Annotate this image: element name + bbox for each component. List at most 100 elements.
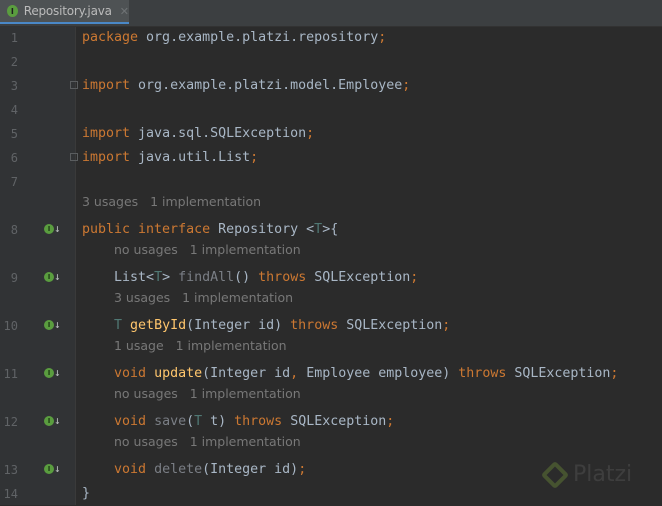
line-number: 2 — [10, 55, 18, 69]
code-token: ; — [378, 30, 387, 45]
code-token: findAll — [178, 270, 235, 285]
code-token: SQLException — [314, 270, 411, 285]
fold-icon[interactable] — [70, 81, 78, 89]
code-token: } — [82, 486, 91, 501]
tab-label: Repository.java — [23, 4, 112, 18]
code-token: update — [154, 366, 203, 381]
usages-hint[interactable]: no usages 1 implementation — [114, 242, 301, 257]
inlay-hint-row: 3 usages 1 implementation — [0, 194, 662, 218]
code-text: import java.util.List; — [82, 146, 258, 170]
interface-icon: I — [7, 5, 18, 17]
implemented-icon[interactable]: I ↓ — [44, 318, 62, 332]
code-text: package org.example.platzi.repository; — [82, 26, 386, 50]
line-number: 12 — [3, 415, 18, 429]
code-text: import org.example.platzi.model.Employee… — [82, 74, 410, 98]
close-icon[interactable]: ✕ — [120, 5, 129, 18]
usages-hint[interactable]: 3 usages 1 implementation — [82, 194, 261, 209]
tab-repository-java[interactable]: I Repository.java ✕ — [0, 0, 129, 24]
code-token: void — [114, 366, 155, 381]
code-token: import — [82, 150, 139, 165]
code-token: Repository < — [218, 222, 315, 237]
code-token: SQLException — [346, 318, 443, 333]
line-number: 3 — [10, 79, 18, 93]
implemented-icon[interactable]: I ↓ — [44, 270, 62, 284]
editor-tab-bar: I Repository.java ✕ — [0, 0, 662, 27]
line-number: 10 — [3, 319, 18, 333]
code-editor[interactable]: 1 package org.example.platzi.repository; 2… — [0, 26, 662, 506]
code-token: ; — [306, 126, 315, 141]
code-line: 7 — [0, 170, 662, 194]
code-token: > — [162, 270, 179, 285]
usages-hint[interactable]: 1 usage 1 implementation — [114, 338, 287, 353]
code-text: public interface Repository <T>{ — [82, 218, 338, 242]
inlay-hint-row: 3 usages 1 implementation — [0, 290, 662, 314]
code-token: org.example.platzi.repository — [146, 30, 379, 45]
usages-hint[interactable]: no usages 1 implementation — [114, 386, 301, 401]
code-token: ; — [402, 78, 411, 93]
code-line: 6 import java.util.List; — [0, 146, 662, 170]
code-line: 2 — [0, 50, 662, 74]
code-text: T getById(Integer id) throws SQLExceptio… — [82, 314, 450, 338]
implemented-icon[interactable]: I ↓ — [44, 462, 62, 476]
line-number: 11 — [3, 367, 18, 381]
code-token: T — [194, 414, 211, 429]
line-number: 7 — [10, 175, 18, 189]
code-token: ; — [410, 270, 419, 285]
line-number: 9 — [10, 271, 18, 285]
code-token: List< — [82, 270, 155, 285]
code-token: getById — [130, 318, 187, 333]
inlay-hint-row: 1 usage 1 implementation — [0, 338, 662, 362]
code-token: throws — [458, 366, 515, 381]
inlay-hint-row: no usages 1 implementation — [0, 386, 662, 410]
code-token: T — [314, 222, 323, 237]
code-line: 4 — [0, 98, 662, 122]
code-token: Employee employee) — [306, 366, 459, 381]
code-token: java.util.List — [138, 150, 251, 165]
code-token: SQLException — [290, 414, 387, 429]
code-token: ; — [442, 318, 451, 333]
code-text: import java.sql.SQLException; — [82, 122, 314, 146]
code-text: void delete(Integer id); — [82, 458, 306, 482]
implemented-icon[interactable]: I ↓ — [44, 366, 62, 380]
code-token: void — [114, 462, 155, 477]
platzi-watermark: Platzi — [540, 460, 632, 489]
code-token: ; — [386, 414, 395, 429]
implemented-icon[interactable]: I ↓ — [44, 222, 62, 236]
code-token: ; — [610, 366, 619, 381]
code-token: save — [154, 414, 187, 429]
code-line: 5 import java.sql.SQLException; — [0, 122, 662, 146]
inlay-hint-row: no usages 1 implementation — [0, 242, 662, 266]
code-token: throws — [258, 270, 315, 285]
code-token: T — [114, 318, 131, 333]
implemented-icon[interactable]: I ↓ — [44, 414, 62, 428]
line-number: 6 — [10, 151, 18, 165]
code-token: org.example.platzi.model.Employee — [138, 78, 403, 93]
code-token: void — [114, 414, 155, 429]
code-text: } — [82, 482, 90, 506]
line-number: 14 — [3, 487, 18, 501]
code-token: >{ — [322, 222, 339, 237]
code-token: delete — [154, 462, 203, 477]
code-token: (Integer id) — [202, 462, 299, 477]
code-token: throws — [234, 414, 291, 429]
platzi-logo-icon — [540, 460, 570, 489]
code-token: ; — [298, 462, 307, 477]
code-line: 12 I ↓ void save(T t) throws SQLException; — [0, 410, 662, 434]
usages-hint[interactable]: no usages 1 implementation — [114, 434, 301, 449]
line-number: 1 — [10, 31, 18, 45]
code-token: public interface — [82, 222, 219, 237]
code-line: 1 package org.example.platzi.repository; — [0, 26, 662, 50]
usages-hint[interactable]: 3 usages 1 implementation — [114, 290, 293, 305]
code-token: (Integer id) — [186, 318, 291, 333]
line-number: 4 — [10, 103, 18, 117]
code-text: void update(Integer id, Employee employe… — [82, 362, 618, 386]
code-line: 11 I ↓ void update(Integer id, Employee em… — [0, 362, 662, 386]
code-token: () — [234, 270, 259, 285]
fold-icon[interactable] — [70, 153, 78, 161]
code-token: , — [290, 366, 307, 381]
code-token: throws — [290, 318, 347, 333]
